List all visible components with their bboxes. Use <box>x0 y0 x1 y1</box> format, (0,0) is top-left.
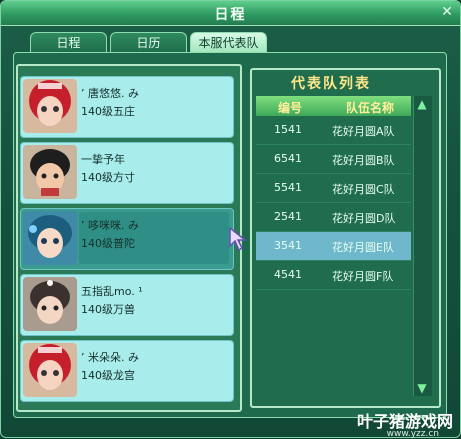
table-row[interactable]: 2541 花好月圆D队 <box>256 203 411 232</box>
member-name: 五指乱mo. ¹ <box>81 283 143 299</box>
table-row[interactable]: 6541 花好月圆B队 <box>256 145 411 174</box>
tab-calendar[interactable]: 日历 <box>110 32 187 53</box>
scrollbar[interactable] <box>413 96 432 396</box>
member-card[interactable]: ʼ 米朵朵. み 140级龙宫 <box>20 340 234 402</box>
team-id: 1541 <box>274 123 302 136</box>
member-name: ʼ 唐悠悠. み <box>81 85 139 101</box>
column-header-name: 队伍名称 <box>346 99 394 116</box>
pointer-cursor-icon <box>228 226 250 252</box>
team-name: 花好月圆E队 <box>332 239 394 255</box>
close-icon[interactable]: ✕ <box>440 5 454 19</box>
window-title: 日程 <box>1 4 460 24</box>
avatar <box>23 211 77 265</box>
team-name: 花好月圆A队 <box>332 123 395 139</box>
member-card[interactable]: 一挚予年 140级方寸 <box>20 142 234 204</box>
member-level: 140级龙宫 <box>81 367 135 383</box>
member-level: 140级五庄 <box>81 103 135 119</box>
tab-server-team[interactable]: 本服代表队 <box>190 32 267 53</box>
table-row[interactable]: 5541 花好月圆C队 <box>256 174 411 203</box>
member-name: 一挚予年 <box>81 151 125 167</box>
column-header-id: 编号 <box>278 99 302 116</box>
member-level: 140级方寸 <box>81 169 135 185</box>
member-card[interactable]: 五指乱mo. ¹ 140级万兽 <box>20 274 234 336</box>
member-level: 140级万兽 <box>81 301 135 317</box>
team-id: 6541 <box>274 152 302 165</box>
table-row[interactable]: 3541 花好月圆E队 <box>256 232 411 261</box>
avatar <box>23 343 77 397</box>
scroll-down-icon[interactable]: ▼ <box>413 381 431 395</box>
team-name: 花好月圆C队 <box>332 181 395 197</box>
tab-schedule[interactable]: 日程 <box>30 32 107 53</box>
team-id: 5541 <box>274 181 302 194</box>
team-id: 3541 <box>274 239 302 252</box>
team-name: 花好月圆B队 <box>332 152 395 168</box>
team-name: 花好月圆D队 <box>332 210 395 226</box>
team-list-title: 代表队列表 <box>250 73 412 93</box>
avatar <box>23 277 77 331</box>
team-id: 2541 <box>274 210 302 223</box>
member-card[interactable]: ʼ 哆咪咪. み 140级普陀 <box>20 208 234 270</box>
member-card[interactable]: ʼ 唐悠悠. み 140级五庄 <box>20 76 234 138</box>
avatar <box>23 79 77 133</box>
member-name: ʼ 哆咪咪. み <box>81 217 139 233</box>
scroll-up-icon[interactable]: ▲ <box>413 97 431 111</box>
avatar <box>23 145 77 199</box>
team-name: 花好月圆F队 <box>332 268 393 284</box>
team-table-header: 编号 队伍名称 <box>256 96 411 116</box>
title-bar[interactable]: 日程 ✕ <box>1 1 460 26</box>
table-row[interactable]: 1541 花好月圆A队 <box>256 116 411 145</box>
member-name: ʼ 米朵朵. み <box>81 349 139 365</box>
member-level: 140级普陀 <box>81 235 135 251</box>
team-id: 4541 <box>274 268 302 281</box>
table-row[interactable]: 4541 花好月圆F队 <box>256 261 411 290</box>
